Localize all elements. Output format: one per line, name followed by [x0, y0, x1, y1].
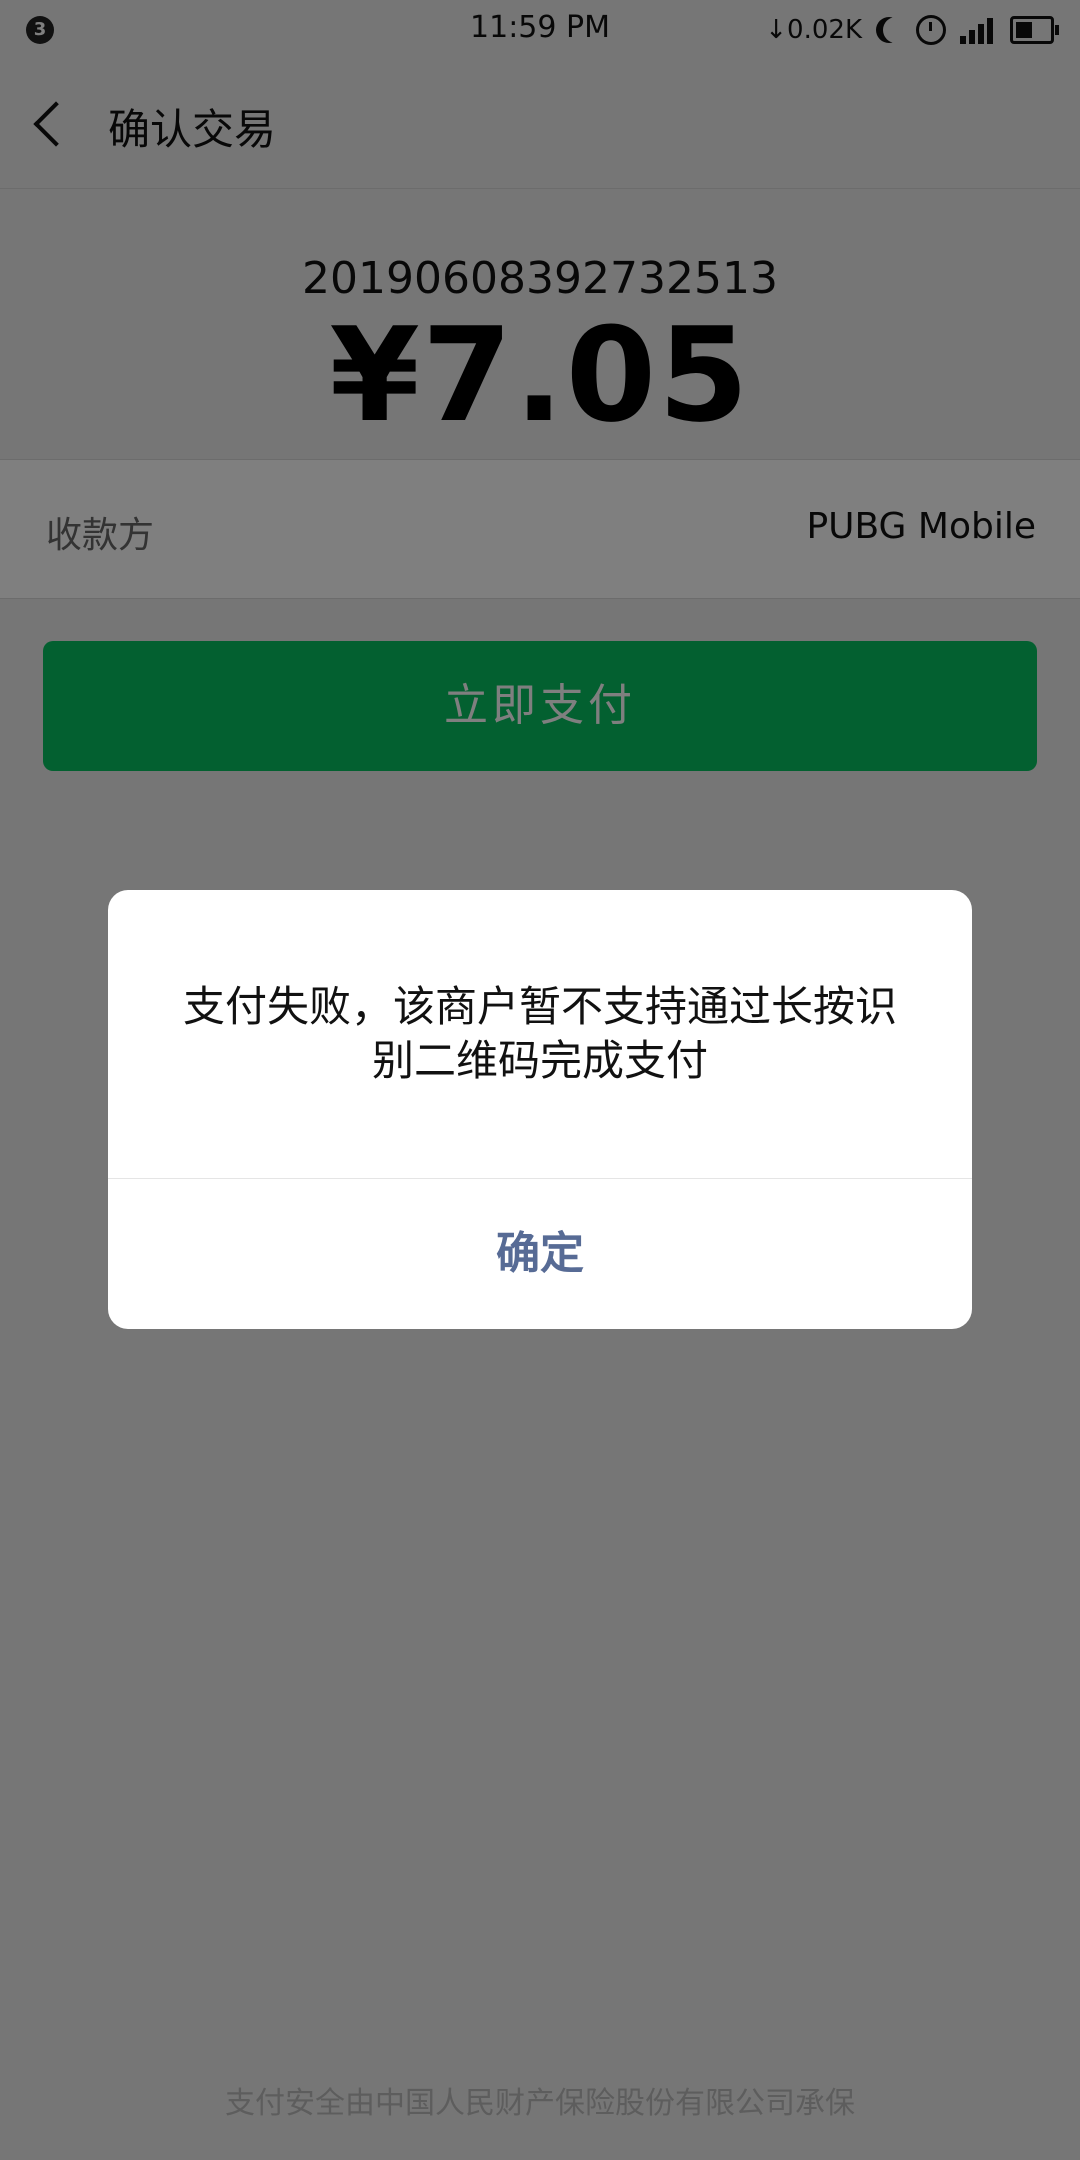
error-dialog: 支付失败，该商户暂不支持通过长按识别二维码完成支付 确定 — [108, 890, 972, 1329]
dialog-message: 支付失败，该商户暂不支持通过长按识别二维码完成支付 — [182, 982, 897, 1085]
confirm-button[interactable]: 确定 — [108, 1179, 972, 1329]
